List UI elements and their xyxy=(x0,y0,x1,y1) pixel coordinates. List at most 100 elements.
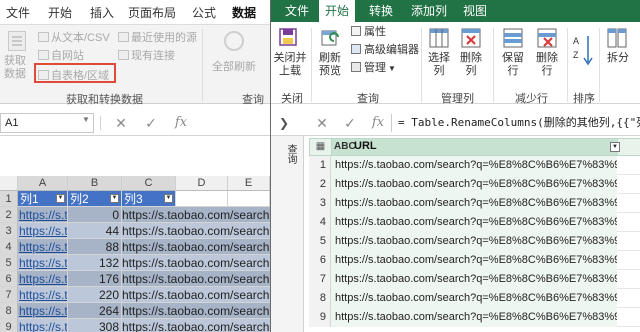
table-cell[interactable]: 308 xyxy=(68,319,122,332)
row-header[interactable]: 7 xyxy=(0,287,18,303)
pq-row[interactable]: 5 https://s.taobao.com/search?q=%E8%8C%B6… xyxy=(309,232,640,251)
worksheet-grid[interactable]: A B C D E 1 2 3 4 5 6 7 8 9 列1 ▼ 列2 ▼ 列3 ▼ … xyxy=(0,176,270,332)
close-and-load-icon[interactable] xyxy=(279,28,299,48)
column-header-d[interactable]: D xyxy=(176,176,228,191)
choose-columns-icon[interactable] xyxy=(429,28,449,48)
recent-sources-button[interactable]: 最近使用的源 xyxy=(118,29,197,45)
insert-function-icon[interactable]: fx xyxy=(367,113,389,133)
table-cell[interactable]: https://s.taobao.com/search? xyxy=(122,207,270,223)
column-type-icon[interactable]: ABC xyxy=(334,141,356,152)
row-header[interactable]: 9 xyxy=(0,319,18,332)
tab-formulas[interactable]: 公式 xyxy=(192,4,216,21)
cancel-icon[interactable]: ✕ xyxy=(110,113,132,133)
pq-tab-transform[interactable]: 转换 xyxy=(363,0,399,22)
select-all-corner[interactable] xyxy=(0,176,18,191)
refresh-preview-icon[interactable] xyxy=(321,28,341,48)
keep-rows-icon[interactable] xyxy=(503,28,523,48)
refresh-preview-button[interactable]: 刷新 预览 xyxy=(315,52,345,78)
name-box[interactable]: A1 xyxy=(0,113,94,133)
row-header[interactable]: 6 xyxy=(0,271,18,287)
url-cell[interactable]: https://s.taobao.com/search?q=%E8%8C%B6%… xyxy=(331,251,617,270)
grid-cell[interactable] xyxy=(228,191,270,207)
enter-icon[interactable]: ✓ xyxy=(140,113,162,133)
table-cell[interactable]: https://s.ta xyxy=(18,207,68,223)
table-header-cell[interactable]: 列1 ▼ xyxy=(18,191,68,207)
pq-tab-file[interactable]: 文件 xyxy=(279,0,315,22)
grid-cell[interactable] xyxy=(176,191,228,207)
row-header[interactable]: 3 xyxy=(0,223,18,239)
filter-dropdown-icon[interactable]: ▼ xyxy=(110,194,119,203)
pq-tab-view[interactable]: 视图 xyxy=(457,0,493,22)
table-cell[interactable]: https://s.taobao.com/search? xyxy=(122,271,270,287)
table-cell[interactable]: https://s.ta xyxy=(18,223,68,239)
url-cell[interactable]: https://s.taobao.com/search?q=%E8%8C%B6%… xyxy=(331,308,617,327)
url-cell[interactable]: https://s.taobao.com/search?q=%E8%8C%B6%… xyxy=(331,175,617,194)
pq-tab-add-column[interactable]: 添加列 xyxy=(405,0,453,22)
pq-row[interactable]: 4 https://s.taobao.com/search?q=%E8%8C%B6… xyxy=(309,213,640,232)
url-cell[interactable]: https://s.taobao.com/search?q=%E8%8C%B6%… xyxy=(331,213,617,232)
cancel-icon[interactable]: ✕ xyxy=(311,113,333,133)
pq-row[interactable]: 6 https://s.taobao.com/search?q=%E8%8C%B6… xyxy=(309,251,640,270)
column-name[interactable]: URL xyxy=(354,140,377,152)
column-header-e[interactable]: E xyxy=(228,176,270,191)
remove-columns-icon[interactable] xyxy=(461,28,481,48)
sort-icon[interactable]: A Z xyxy=(573,32,595,72)
refresh-all-button[interactable]: 全部刷新 xyxy=(212,58,256,74)
row-header[interactable]: 5 xyxy=(0,255,18,271)
table-cell[interactable]: 0 xyxy=(68,207,122,223)
url-cell[interactable]: https://s.taobao.com/search?q=%E8%8C%B6%… xyxy=(331,289,617,308)
table-cell[interactable]: 176 xyxy=(68,271,122,287)
insert-function-icon[interactable]: fx xyxy=(170,113,192,133)
table-cell[interactable]: https://s.ta xyxy=(18,303,68,319)
remove-rows-icon[interactable] xyxy=(537,28,557,48)
url-cell[interactable]: https://s.taobao.com/search?q=%E8%8C%B6%… xyxy=(331,194,617,213)
existing-connections-button[interactable]: 现有连接 xyxy=(118,47,175,63)
from-web-button[interactable]: 自网站 xyxy=(38,47,84,63)
row-header[interactable]: 4 xyxy=(0,239,18,255)
advanced-editor-button[interactable]: 高级编辑器 xyxy=(351,44,419,57)
table-cell[interactable]: https://s.ta xyxy=(18,239,68,255)
column-header-c[interactable]: C xyxy=(122,176,176,191)
pq-row[interactable]: 1 https://s.taobao.com/search?q=%E8%8C%B6… xyxy=(309,156,640,175)
row-header[interactable]: 8 xyxy=(0,303,18,319)
split-column-icon[interactable] xyxy=(607,28,627,48)
column-header-a[interactable]: A xyxy=(18,176,68,191)
table-cell[interactable]: https://s.taobao.com/search? xyxy=(122,223,270,239)
table-cell[interactable]: https://s.taobao.com/search? xyxy=(122,239,270,255)
table-cell[interactable]: 44 xyxy=(68,223,122,239)
table-cell[interactable]: https://s.ta xyxy=(18,255,68,271)
table-cell[interactable]: https://s.ta xyxy=(18,319,68,332)
split-column-button[interactable]: 拆分 xyxy=(603,52,633,65)
refresh-all-icon[interactable] xyxy=(224,31,244,51)
pq-tab-home[interactable]: 开始 xyxy=(319,0,356,22)
url-cell[interactable]: https://s.taobao.com/search?q=%E8%8C%B6%… xyxy=(331,232,617,251)
column-header-b[interactable]: B xyxy=(68,176,122,191)
table-cell[interactable]: 264 xyxy=(68,303,122,319)
choose-columns-button[interactable]: 选择 列 xyxy=(425,52,453,78)
tab-file[interactable]: 文件 xyxy=(6,4,30,21)
table-cell[interactable]: 88 xyxy=(68,239,122,255)
table-cell[interactable]: https://s.taobao.com/search? xyxy=(122,303,270,319)
url-cell[interactable]: https://s.taobao.com/search?q=%E8%8C%B6%… xyxy=(331,270,617,289)
pq-row[interactable]: 8 https://s.taobao.com/search?q=%E8%8C%B6… xyxy=(309,289,640,308)
manage-button[interactable]: 管理 ▼ xyxy=(351,62,396,75)
tab-page-layout[interactable]: 页面布局 xyxy=(128,4,176,21)
filter-dropdown-icon[interactable]: ▼ xyxy=(610,142,620,152)
table-menu-icon[interactable]: ▦ xyxy=(310,139,332,155)
tab-home[interactable]: 开始 xyxy=(48,4,72,21)
formula-input[interactable]: = Table.RenameColumns(删除的其他列,{{"列3", xyxy=(391,114,640,132)
get-data-button[interactable]: 获取数据 xyxy=(4,55,30,81)
row-header[interactable]: 2 xyxy=(0,207,18,223)
chevron-down-icon[interactable]: ▼ xyxy=(82,115,90,124)
keep-rows-button[interactable]: 保留 行 xyxy=(499,52,527,78)
pq-row[interactable]: 2 https://s.taobao.com/search?q=%E8%8C%B6… xyxy=(309,175,640,194)
from-text-csv-button[interactable]: 从文本/CSV xyxy=(38,29,110,45)
tab-insert[interactable]: 插入 xyxy=(90,4,114,21)
remove-columns-button[interactable]: 删除 列 xyxy=(457,52,485,78)
table-cell[interactable]: 220 xyxy=(68,287,122,303)
table-cell[interactable]: https://s.taobao.com/search? xyxy=(122,255,270,271)
enter-icon[interactable]: ✓ xyxy=(339,113,361,133)
table-cell[interactable]: 132 xyxy=(68,255,122,271)
table-header-cell[interactable]: 列3 ▼ xyxy=(122,191,176,207)
tab-data[interactable]: 数据 xyxy=(232,4,256,21)
